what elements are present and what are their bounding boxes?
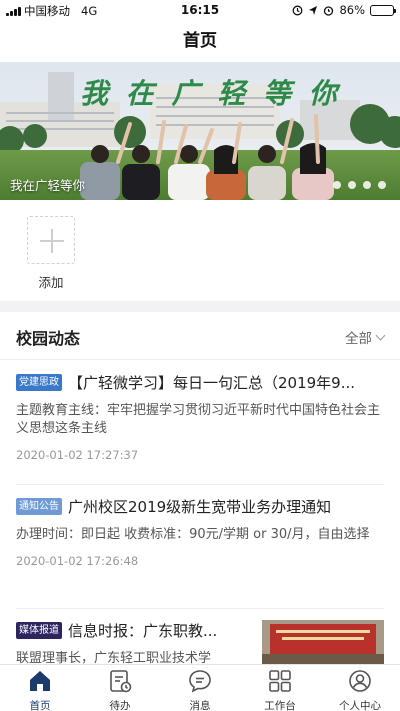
page-title: 首页	[183, 31, 217, 51]
news-item-title: 信息时报：广东职教...	[68, 622, 218, 640]
tab-profile[interactable]: 个人中心	[320, 665, 400, 711]
banner-headline: 我 在 广 轻 等 你	[80, 77, 341, 110]
alarm-icon	[324, 5, 334, 16]
banner-carousel[interactable]: 我 在 广 轻 等 你 我在广轻等你	[0, 62, 400, 200]
divider	[16, 484, 384, 485]
battery-percent: 86%	[339, 3, 365, 17]
screen-lock-icon	[292, 5, 303, 15]
tab-label: 个人中心	[339, 700, 381, 711]
news-item[interactable]: 通知公告 广州校区2019级新生宽带业务办理通知 办理时间：即日起 收费标准：9…	[16, 496, 384, 568]
location-icon	[309, 5, 318, 15]
todo-icon	[110, 670, 132, 693]
chevron-down-icon	[375, 330, 386, 340]
user-icon	[349, 670, 371, 692]
tab-bar: 首页 待办 消息 工作台 个人中心	[0, 664, 400, 711]
message-icon	[189, 670, 211, 693]
news-thumbnail[interactable]	[262, 620, 384, 664]
quick-actions: 添加	[0, 200, 400, 301]
carousel-dots[interactable]	[333, 181, 386, 189]
divider	[16, 608, 384, 609]
news-item-title: 【广轻微学习】每日一句汇总（2019年9...	[68, 374, 356, 392]
status-right: 86%	[292, 3, 396, 17]
tab-home[interactable]: 首页	[0, 665, 80, 711]
news-item-date: 2020-01-02 17:26:48	[16, 554, 139, 568]
tab-label: 消息	[189, 700, 211, 711]
tab-label: 工作台	[264, 700, 296, 711]
carousel-dot[interactable]	[378, 181, 386, 189]
carousel-dot[interactable]	[348, 181, 356, 189]
status-bar: 中国移动 4G 16:15 86%	[0, 0, 400, 20]
news-filter-dropdown[interactable]: 全部	[345, 327, 386, 347]
tab-label: 首页	[29, 700, 51, 711]
category-badge: 媒体报道	[16, 622, 62, 639]
news-item-desc: 联盟理事长，广东轻工职业技术学	[16, 651, 212, 664]
add-button[interactable]	[27, 216, 75, 264]
tab-workbench[interactable]: 工作台	[240, 665, 320, 711]
news-section-title: 校园动态	[16, 329, 81, 348]
carousel-dot[interactable]	[363, 181, 371, 189]
add-label: 添加	[38, 275, 64, 290]
category-badge: 通知公告	[16, 498, 62, 515]
category-badge: 党建思政	[16, 374, 62, 391]
tab-todo[interactable]: 待办	[80, 665, 160, 711]
battery-icon	[370, 4, 396, 16]
workbench-icon	[269, 670, 291, 692]
tab-label: 待办	[109, 700, 131, 711]
news-item-desc: 办理时间：即日起 收费标准：90元/学期 or 30/月，自由选择	[16, 527, 370, 542]
campus-news-panel: 校园动态 全部 党建思政 【广轻微学习】每日一句汇总（2019年9... 主题教…	[0, 312, 400, 664]
home-icon	[30, 671, 50, 691]
nav-bar: 首页	[0, 20, 400, 62]
news-item[interactable]: 党建思政 【广轻微学习】每日一句汇总（2019年9... 主题教育主线：牢牢把握…	[16, 372, 384, 462]
news-item-title: 广州校区2019级新生宽带业务办理通知	[68, 498, 332, 516]
banner-caption: 我在广轻等你	[10, 178, 86, 193]
news-item-desc: 主题教育主线：牢牢把握学习贯彻习近平新时代中国特色社会主义思想这条主线	[16, 403, 381, 436]
carousel-dot[interactable]	[333, 181, 341, 189]
filter-label: 全部	[345, 331, 372, 347]
news-header: 校园动态 全部	[0, 312, 400, 360]
news-item[interactable]: 媒体报道 信息时报：广东职教... 联盟理事长，广东轻工职业技术学	[16, 620, 252, 664]
news-item-date: 2020-01-02 17:27:37	[16, 448, 139, 462]
tab-messages[interactable]: 消息	[160, 665, 240, 711]
